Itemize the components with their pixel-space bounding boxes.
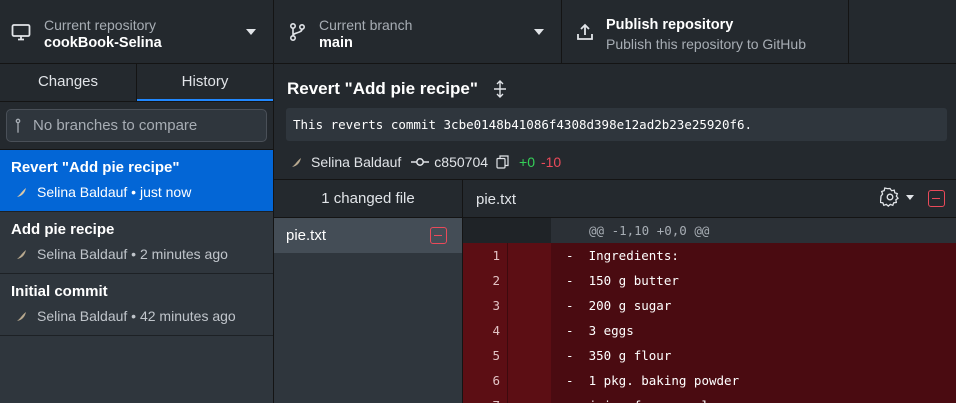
current-branch-button[interactable]: Current branch main [274,0,562,64]
commit-author: Selina Baldauf [311,154,402,170]
diff-file-name: pie.txt [476,191,517,208]
tab-changes[interactable]: Changes [0,64,137,101]
diff-header: pie.txt [463,180,956,218]
line-number: 1 [463,243,507,268]
repository-label: Current repository [44,17,157,33]
tab-bar: Changes History [0,64,273,102]
commit-meta: Selina Baldauf • just now [37,184,192,200]
additions-count: +0 [519,154,535,170]
line-number: 2 [463,268,507,293]
line-number-new [507,268,551,293]
publish-title: Publish repository [606,17,734,33]
commit-list-item[interactable]: Add pie recipe Selina Baldauf • 2 minute… [0,212,273,274]
sidebar: Changes History No branches to compare R… [0,64,274,403]
avatar [17,312,26,321]
diff-options-button[interactable] [880,187,914,207]
file-deleted-icon [928,190,945,207]
git-branch-icon [289,22,306,42]
diff-line[interactable]: 5 - 350 g flour [463,343,956,368]
repository-name: cookBook-Selina [44,35,162,51]
compare-placeholder: No branches to compare [33,117,198,134]
file-list-item[interactable]: pie.txt [274,218,462,253]
line-code: - 1 pkg. baking powder [551,368,956,393]
line-code: - 350 g flour [551,343,956,368]
commit-list-item[interactable]: Revert "Add pie recipe" Selina Baldauf •… [0,150,273,212]
commit-meta: Selina Baldauf • 42 minutes ago [37,308,236,324]
publish-repository-button[interactable]: Publish repository Publish this reposito… [562,0,849,64]
line-number-new [507,243,551,268]
diff-line[interactable]: 1 - Ingredients: [463,243,956,268]
line-number: 4 [463,318,507,343]
diff-line[interactable]: 6 - 1 pkg. baking powder [463,368,956,393]
line-number: 3 [463,293,507,318]
commit-meta: Selina Baldauf • 2 minutes ago [37,246,228,262]
commit-title: Revert "Add pie recipe" [11,159,180,176]
compare-container: No branches to compare [0,102,273,150]
toolbar: Current repository cookBook-Selina Curre… [0,0,956,64]
tab-history[interactable]: History [137,64,273,101]
line-number: 5 [463,343,507,368]
diff-hunk-header: @@ -1,10 +0,0 @@ [463,218,956,243]
diff-line[interactable]: 3 - 200 g sugar [463,293,956,318]
line-number: 6 [463,368,507,393]
git-branch-icon [15,118,21,133]
diff-line[interactable]: 2 - 150 g butter [463,268,956,293]
diff-gutter [463,218,551,243]
file-deleted-icon [430,227,447,244]
commit-title: Add pie recipe [11,221,115,238]
commit-list-item[interactable]: Initial commit Selina Baldauf • 42 minut… [0,274,273,336]
line-number-new [507,393,551,403]
line-code: - 150 g butter [551,268,956,293]
line-number-new [507,368,551,393]
desktop-computer-icon [11,24,31,41]
git-commit-icon [411,158,430,166]
commit-meta-row: Selina Baldauf c850704 +0 -10 [290,154,561,170]
line-number: 7 [463,393,507,403]
branch-compare-input[interactable]: No branches to compare [6,109,267,142]
branch-name: main [319,35,353,51]
avatar [292,158,301,167]
branch-label: Current branch [319,17,413,33]
diff-line[interactable]: 4 - 3 eggs [463,318,956,343]
changed-files-list: 1 changed file pie.txt [274,180,463,403]
upload-icon [577,23,593,40]
commit-sha: c850704 [434,154,489,170]
line-number-new [507,318,551,343]
commit-details: Revert "Add pie recipe" This reverts com… [274,64,956,403]
expand-icon[interactable] [491,80,509,98]
line-code: - Ingredients: [551,243,956,268]
chevron-down-icon [534,29,544,35]
line-number-new [507,343,551,368]
file-name: pie.txt [286,227,327,244]
deletions-count: -10 [540,154,562,170]
line-code: - juice from one lemon [551,393,956,403]
hunk-text: @@ -1,10 +0,0 @@ [551,218,956,243]
line-code: - 200 g sugar [551,293,956,318]
gear-icon [880,187,899,207]
commit-summary-title: Revert "Add pie recipe" [287,79,478,98]
avatar [17,188,26,197]
current-repository-button[interactable]: Current repository cookBook-Selina [0,0,274,64]
commit-title: Initial commit [11,283,108,300]
diff-line[interactable]: 7 - juice from one lemon [463,393,956,403]
commit-description: This reverts commit 3cbe0148b41086f4308d… [286,108,947,141]
changed-files-header: 1 changed file [274,180,462,218]
chevron-down-icon [906,194,914,200]
line-number-new [507,293,551,318]
chevron-down-icon [246,29,256,35]
avatar [17,250,26,259]
publish-subtitle: Publish this repository to GitHub [606,36,806,52]
copy-icon[interactable] [496,155,509,169]
diff-view: pie.txt @@ -1,10 +0,0 @@ 1 - Ingredients… [463,180,956,403]
commit-summary: Revert "Add pie recipe" This reverts com… [274,64,956,180]
line-code: - 3 eggs [551,318,956,343]
